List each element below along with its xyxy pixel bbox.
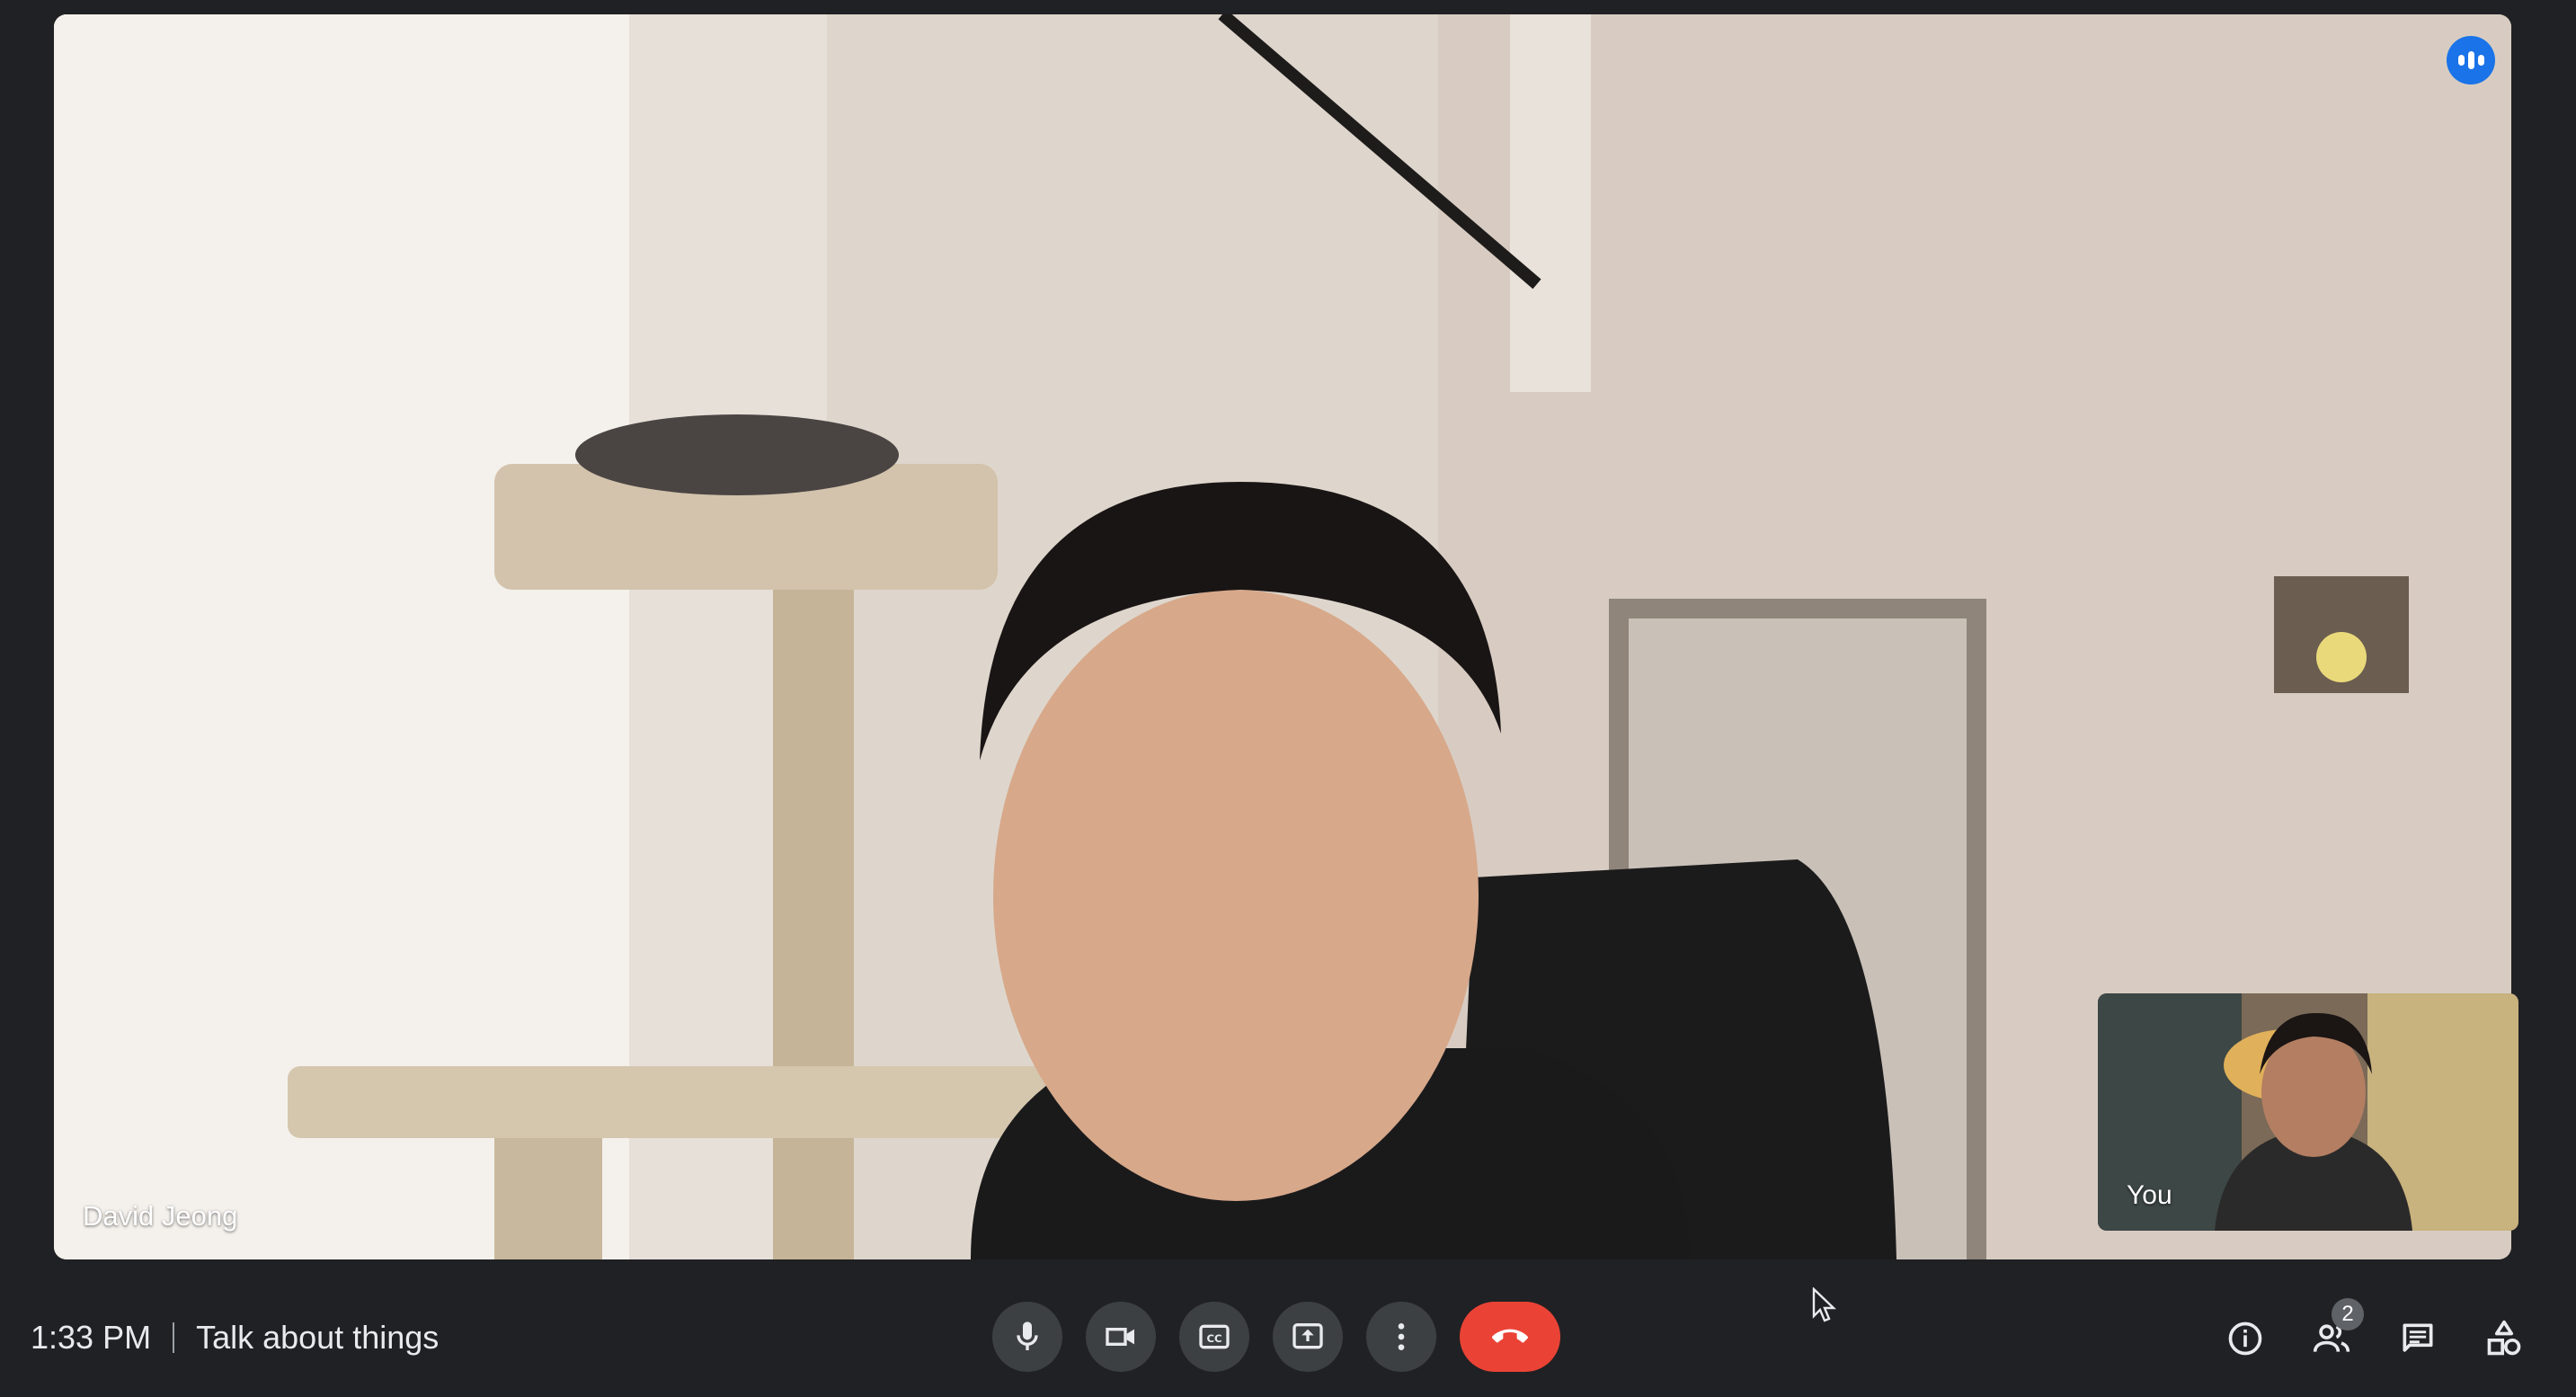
activities-button[interactable] bbox=[2468, 1304, 2540, 1374]
call-end-icon bbox=[1492, 1329, 1528, 1343]
meeting-info-divider bbox=[173, 1322, 175, 1353]
present-button[interactable] bbox=[1273, 1302, 1343, 1372]
more-vert-icon bbox=[1398, 1323, 1405, 1350]
svg-text:CC: CC bbox=[1206, 1332, 1221, 1345]
meeting-details-button[interactable] bbox=[2209, 1304, 2281, 1374]
meeting-info: 1:33 PM Talk about things bbox=[31, 1311, 439, 1365]
closed-caption-icon: CC bbox=[1199, 1324, 1230, 1349]
call-controls: CC bbox=[992, 1302, 1560, 1372]
participant-count-badge: 2 bbox=[2332, 1298, 2364, 1330]
microphone-button[interactable] bbox=[992, 1302, 1062, 1372]
chat-icon bbox=[2403, 1323, 2433, 1352]
meeting-title: Talk about things bbox=[196, 1319, 440, 1356]
mic-icon bbox=[1017, 1321, 1038, 1350]
present-screen-icon bbox=[1292, 1323, 1323, 1349]
meeting-time: 1:33 PM bbox=[31, 1319, 152, 1356]
activities-icon bbox=[2487, 1320, 2521, 1356]
call-control-bar: 1:33 PM Talk about things CC 2 bbox=[0, 1277, 2576, 1397]
chat-button[interactable] bbox=[2382, 1304, 2454, 1374]
participant-name-label: David Jeong bbox=[83, 1200, 238, 1232]
people-button[interactable]: 2 bbox=[2296, 1298, 2367, 1374]
info-icon bbox=[2228, 1321, 2262, 1356]
mouse-cursor-icon bbox=[1812, 1287, 1836, 1322]
captions-button[interactable]: CC bbox=[1179, 1302, 1249, 1372]
meet-window: David Jeong You 1:33 PM Talk about thing… bbox=[0, 0, 2576, 1397]
side-panel-actions: 2 bbox=[2195, 1298, 2540, 1374]
self-view-video[interactable]: You bbox=[2098, 993, 2518, 1231]
videocam-icon bbox=[1106, 1328, 1134, 1346]
more-options-button[interactable] bbox=[1366, 1302, 1436, 1372]
leave-call-button[interactable] bbox=[1460, 1302, 1560, 1372]
self-view-label: You bbox=[2127, 1180, 2172, 1210]
speaking-indicator-icon bbox=[2447, 36, 2495, 85]
camera-button[interactable] bbox=[1086, 1302, 1156, 1372]
